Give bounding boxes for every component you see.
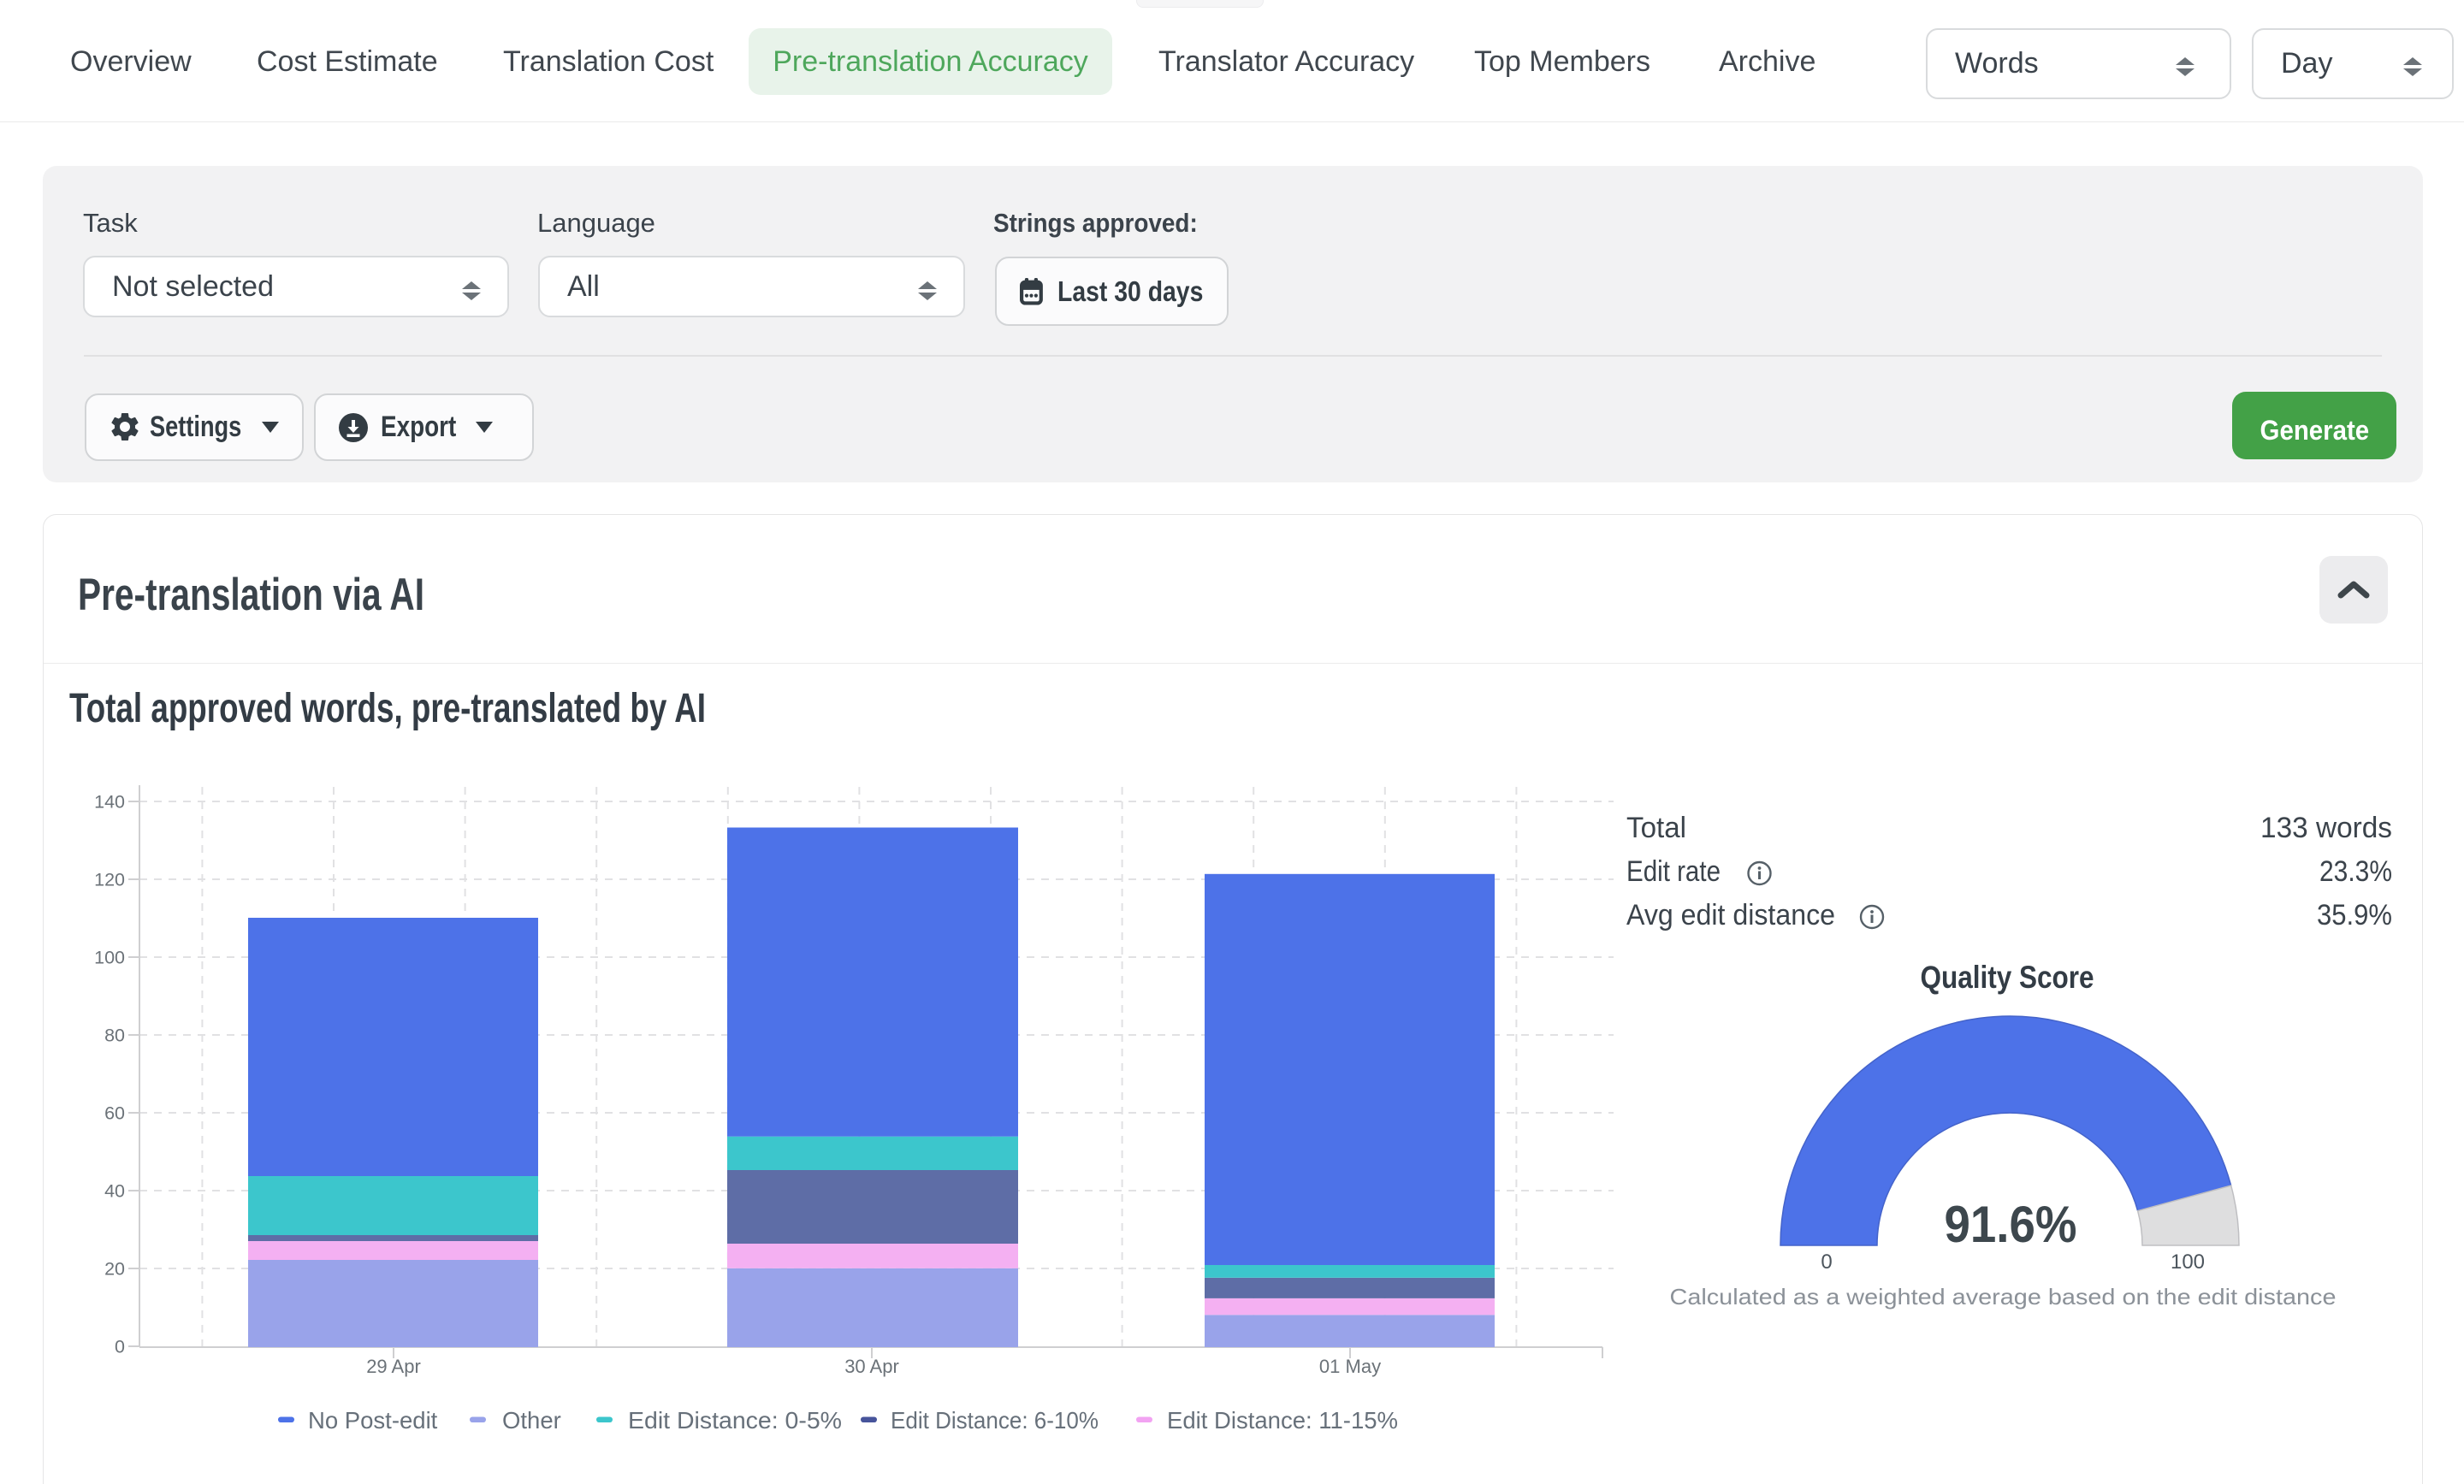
svg-text:23.3%: 23.3% (2319, 855, 2392, 888)
svg-text:Total: Total (1626, 812, 1686, 844)
svg-text:91.6%: 91.6% (1945, 1196, 2077, 1253)
svg-text:0: 0 (115, 1337, 125, 1357)
svg-text:20: 20 (104, 1259, 125, 1280)
svg-text:No Post-edit: No Post-edit (308, 1407, 438, 1434)
svg-text:35.9%: 35.9% (2317, 899, 2392, 931)
svg-text:Other: Other (502, 1407, 561, 1434)
svg-text:Edit Distance: 11-15%: Edit Distance: 11-15% (1167, 1407, 1398, 1434)
svg-text:Calculated as a weighted avera: Calculated as a weighted average based o… (1670, 1284, 2337, 1310)
svg-text:Edit rate: Edit rate (1626, 855, 1721, 888)
svg-text:60: 60 (104, 1103, 125, 1124)
svg-text:Total approved words, pre-tran: Total approved words, pre-translated by … (69, 686, 706, 731)
svg-text:Avg edit distance: Avg edit distance (1626, 899, 1835, 931)
svg-text:40: 40 (104, 1181, 125, 1202)
svg-text:Edit Distance: 0-5%: Edit Distance: 0-5% (628, 1407, 842, 1434)
svg-text:01 May: 01 May (1319, 1356, 1381, 1377)
svg-text:Quality Score: Quality Score (1921, 960, 2094, 995)
svg-text:80: 80 (104, 1026, 125, 1046)
svg-text:Pre-translation via AI: Pre-translation via AI (78, 570, 424, 620)
svg-text:120: 120 (94, 870, 125, 890)
svg-text:133 words: 133 words (2260, 812, 2392, 844)
svg-text:140: 140 (94, 792, 125, 813)
svg-text:30 Apr: 30 Apr (844, 1356, 899, 1377)
svg-text:29 Apr: 29 Apr (366, 1356, 421, 1377)
svg-text:0: 0 (1821, 1250, 1832, 1274)
svg-text:100: 100 (2171, 1250, 2205, 1274)
svg-text:Edit Distance: 6-10%: Edit Distance: 6-10% (891, 1407, 1099, 1434)
svg-text:100: 100 (94, 948, 125, 968)
